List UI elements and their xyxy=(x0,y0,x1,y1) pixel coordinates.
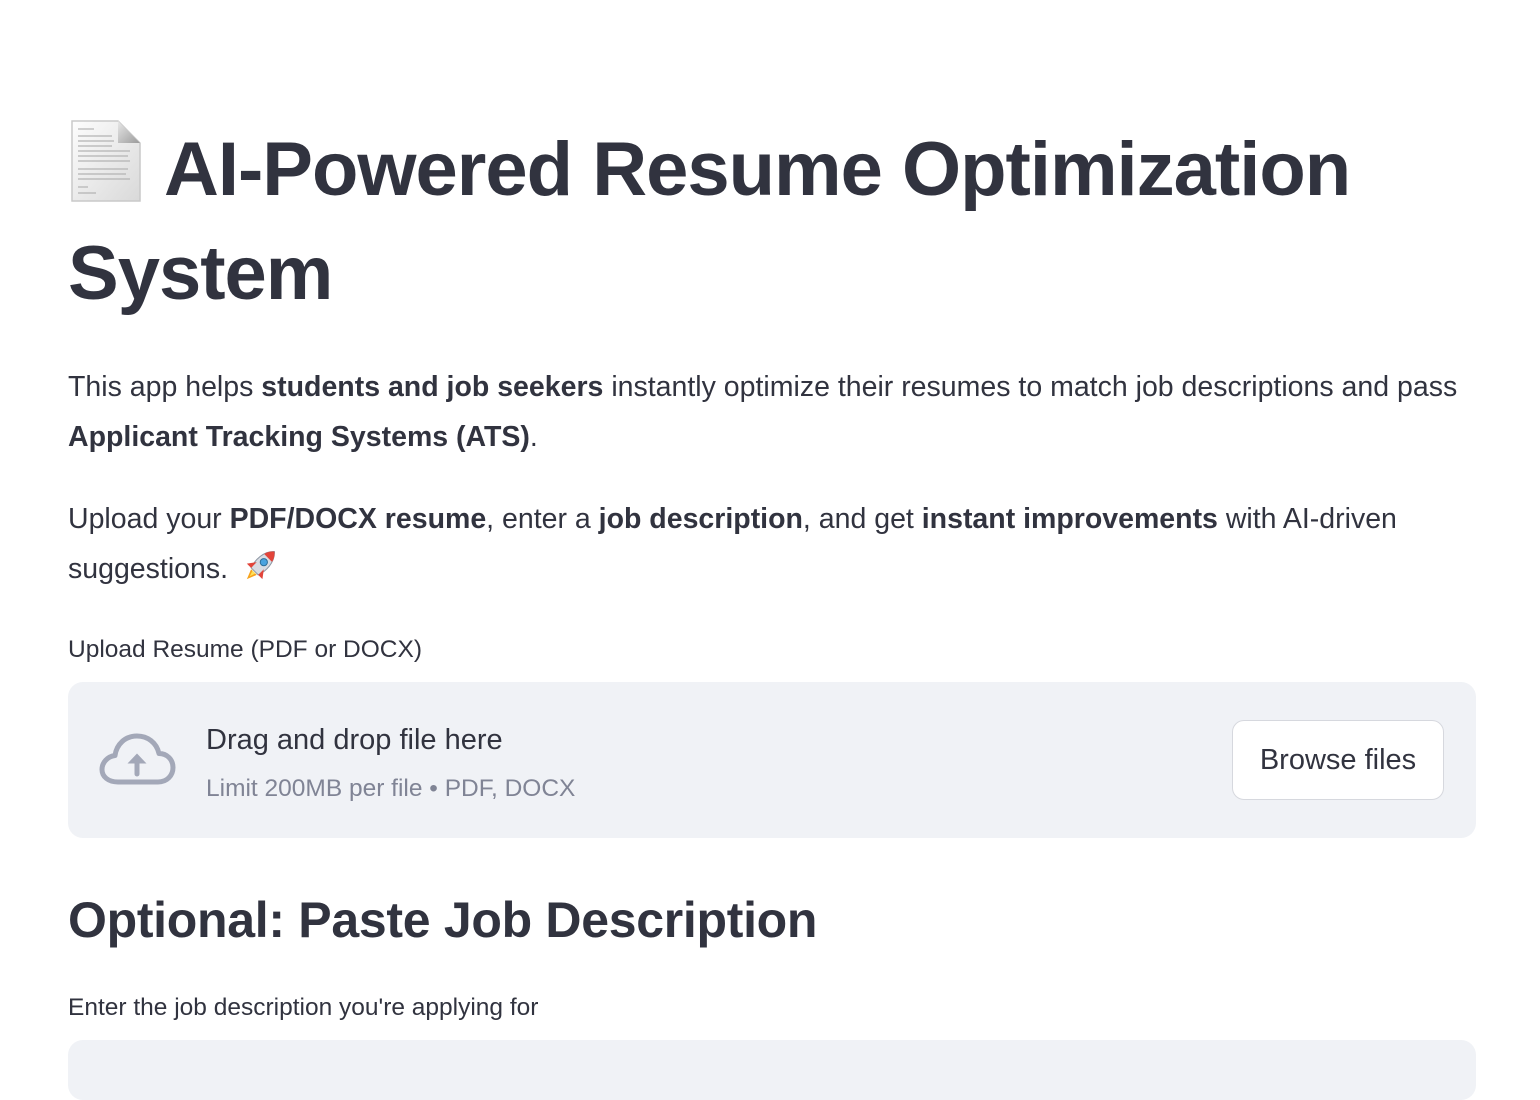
rocket-icon xyxy=(246,551,275,580)
page-title: AI-Powered Resume Optimization System xyxy=(68,118,1488,326)
page-facing-up-icon xyxy=(71,120,141,202)
file-dropzone[interactable]: Drag and drop file here Limit 200MB per … xyxy=(68,682,1476,838)
dropzone-limit-text: Limit 200MB per file • PDF, DOCX xyxy=(206,775,576,802)
job-description-input[interactable] xyxy=(68,1040,1476,1100)
browse-files-button[interactable]: Browse files xyxy=(1232,720,1444,800)
intro-paragraph-2: Upload your PDF/DOCX resume, enter a job… xyxy=(68,503,1397,585)
cloud-upload-icon xyxy=(99,733,176,785)
upload-label: Upload Resume (PDF or DOCX) xyxy=(68,636,422,663)
dropzone-instructions: Drag and drop file here xyxy=(206,724,503,756)
job-description-heading: Optional: Paste Job Description xyxy=(68,892,818,948)
job-description-label: Enter the job description you're applyin… xyxy=(68,994,539,1021)
intro-paragraph-1: This app helps students and job seekers … xyxy=(68,371,1458,453)
page-title-text: AI-Powered Resume Optimization System xyxy=(68,127,1351,316)
